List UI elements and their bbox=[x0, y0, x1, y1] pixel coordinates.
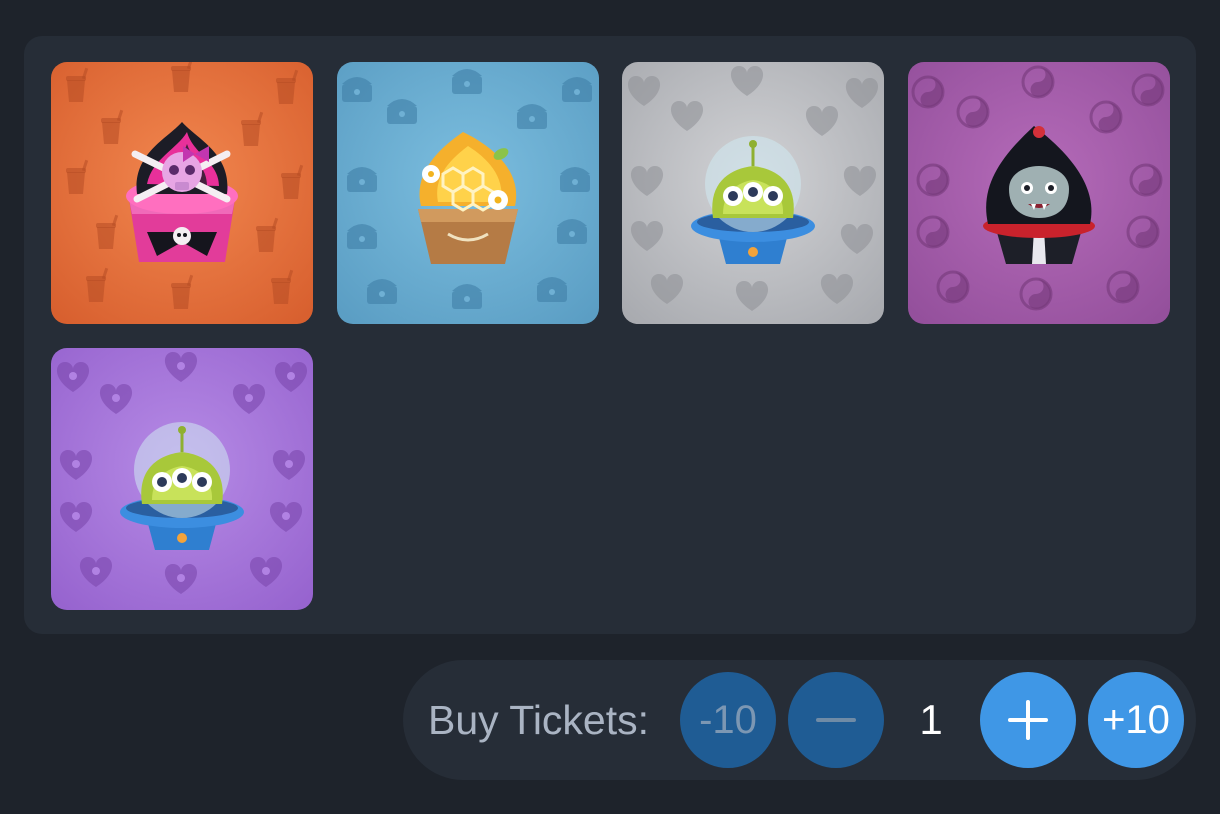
reward-tile-skull-cupcake[interactable] bbox=[51, 62, 313, 324]
honeycomb-cupcake-icon bbox=[418, 132, 518, 264]
reward-grid bbox=[24, 36, 1196, 634]
skull-cupcake-icon bbox=[126, 122, 238, 262]
minus-ten-button[interactable]: -10 bbox=[680, 672, 776, 768]
minus-icon bbox=[816, 718, 856, 722]
minus-ten-label: -10 bbox=[699, 697, 757, 742]
buy-tickets-label: Buy Tickets: bbox=[428, 697, 650, 743]
reward-tile-vampire-cupcake[interactable] bbox=[908, 62, 1170, 324]
increment-button[interactable] bbox=[980, 672, 1076, 768]
ticket-quantity: 1 bbox=[919, 696, 943, 743]
plus-ten-label: +10 bbox=[1102, 697, 1170, 742]
decrement-button[interactable] bbox=[788, 672, 884, 768]
plus-icon bbox=[1008, 700, 1048, 740]
vampire-cupcake-icon bbox=[983, 126, 1095, 264]
buy-tickets-bar: Buy Tickets: -10 1 +10 bbox=[403, 660, 1196, 780]
alien-cupcake-icon bbox=[691, 136, 815, 264]
plus-ten-button[interactable]: +10 bbox=[1088, 672, 1184, 768]
reward-tile-honeycomb-cupcake[interactable] bbox=[337, 62, 599, 324]
reward-tile-alien-cupcake-gray[interactable] bbox=[622, 62, 884, 324]
reward-tile-alien-cupcake-purple[interactable] bbox=[51, 348, 313, 610]
alien-cupcake-icon bbox=[120, 422, 244, 550]
